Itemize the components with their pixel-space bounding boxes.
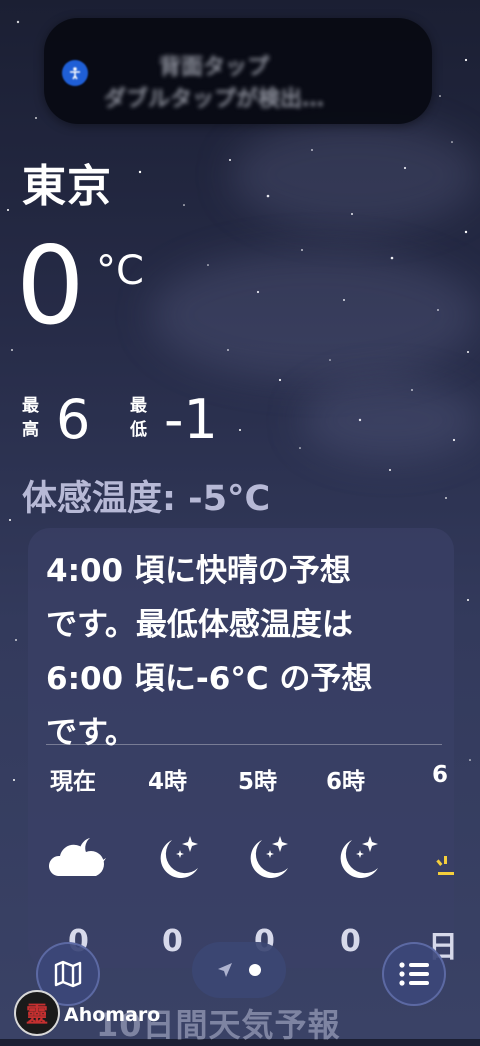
hour-label: 6時 <box>326 769 366 795</box>
city-name: 東京 <box>22 161 112 212</box>
location-page-indicator[interactable] <box>192 942 286 998</box>
hour-label: 4時 <box>148 769 188 795</box>
notification-title: 背面タップ <box>158 55 269 80</box>
page-dot <box>249 964 261 976</box>
city-list-button[interactable] <box>382 942 446 1006</box>
current-temperature: 0 <box>16 224 85 349</box>
location-arrow-icon <box>218 963 232 977</box>
low-label: 最 低 <box>130 396 147 440</box>
high-label: 最 高 <box>22 396 39 440</box>
temperature-unit: °C <box>96 248 144 294</box>
clear-night-icon <box>340 836 378 879</box>
notification-subtitle: ダブルタップが検出… <box>104 87 325 112</box>
watermark-logo: 靈 <box>14 990 60 1036</box>
card-divider <box>46 744 442 745</box>
clear-night-icon <box>250 836 288 879</box>
cloud-shape <box>230 120 480 230</box>
partly-cloudy-night-icon <box>48 838 106 876</box>
low-temperature: -1 <box>164 388 218 451</box>
accessibility-icon <box>62 60 88 86</box>
sunrise-icon <box>436 856 454 875</box>
hour-temperature: 0 <box>340 924 361 959</box>
hour-temperature: 0 <box>162 924 183 959</box>
watermark-text: Ahomaro <box>64 1004 161 1026</box>
hour-label: 6 <box>432 762 449 788</box>
cloud-shape <box>150 250 480 380</box>
feels-like-temperature: 体感温度: -5°C <box>22 479 271 519</box>
hour-label: 現在 <box>50 769 96 795</box>
list-icon <box>399 962 429 986</box>
clear-night-icon <box>160 836 198 879</box>
map-icon <box>54 960 82 988</box>
forecast-summary: 4:00 頃に快晴の予想 です。最低体感温度は 6:00 頃に-6°C の予想 … <box>46 553 373 751</box>
hour-label: 5時 <box>238 769 278 795</box>
high-temperature: 6 <box>56 388 91 451</box>
cloud-shape <box>300 380 480 460</box>
